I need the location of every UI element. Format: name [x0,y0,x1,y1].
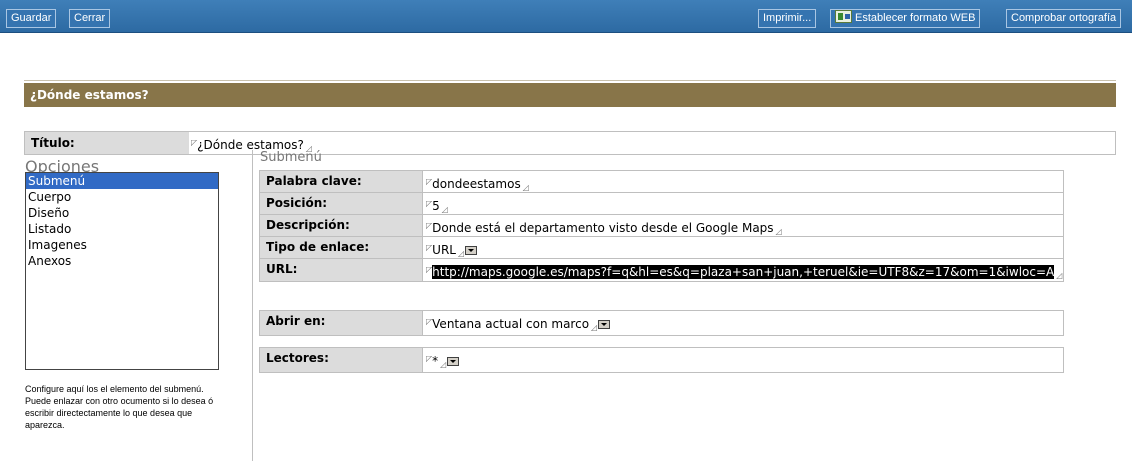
readers-select[interactable]: ◸* ◿ [426,348,460,372]
keyword-row: Palabra clave: ◸dondeestamos ◿ [260,171,1063,193]
dropdown-arrow-icon[interactable] [598,320,611,329]
submenu-fields-table: Palabra clave: ◸dondeestamos ◿ Posición: … [259,170,1064,282]
link-type-label: Tipo de enlace: [260,237,423,258]
readers-value[interactable]: * [432,354,438,368]
spellcheck-button[interactable]: Comprobar ortografía [1006,9,1122,28]
open-in-label: Abrir en: [260,311,423,335]
description-label: Descripción: [260,215,423,236]
description-value[interactable]: Donde está el departamento visto desde e… [432,221,773,235]
print-button[interactable]: Imprimir... [758,9,817,28]
link-type-value[interactable]: URL [432,243,456,257]
column-divider [252,150,253,461]
title-label: Título: [25,132,189,154]
position-label: Posición: [260,193,423,214]
field-end-marker-icon: ◿ [441,205,448,214]
field-end-marker-icon: ◿ [457,249,465,258]
field-end-marker-icon: ◿ [1056,271,1063,280]
field-end-marker-icon: ◿ [440,360,447,369]
keyword-field[interactable]: ◸dondeestamos ◿ [426,171,529,192]
url-value[interactable]: http://maps.google.es/maps?f=q&hl=es&q=p… [432,265,1055,279]
url-row: URL: ◸http://maps.google.es/maps?f=q&hl=… [260,259,1063,281]
web-format-label: Establecer formato WEB [855,12,976,24]
page-title: ¿Dónde estamos? [24,83,1116,107]
save-button[interactable]: Guardar [6,9,57,28]
submenu-heading: Submenú [260,150,322,165]
description-row: Descripción: ◸Donde está el departamento… [260,215,1063,237]
open-in-select[interactable]: ◸Ventana actual con marco ◿ [426,311,611,335]
readers-table: Lectores: ◸* ◿ [259,347,1064,373]
option-submenu[interactable]: Submenú [26,173,218,189]
options-help-text: Configure aquí los el elemento del subme… [25,384,214,430]
open-in-value[interactable]: Ventana actual con marco [432,317,589,331]
field-end-marker-icon: ◿ [775,227,782,236]
link-type-row: Tipo de enlace: ◸URL ◿ [260,237,1063,259]
web-format-button[interactable]: Establecer formato WEB [830,9,981,28]
web-format-icon [835,10,852,23]
url-field[interactable]: ◸http://maps.google.es/maps?f=q&hl=es&q=… [426,259,1062,281]
position-field[interactable]: ◸5 ◿ [426,193,448,214]
keyword-label: Palabra clave: [260,171,423,192]
open-in-table: Abrir en: ◸Ventana actual con marco ◿ [259,310,1064,336]
title-row: Título: ◸¿Dónde estamos? ◿ [24,131,1116,155]
close-button[interactable]: Cerrar [69,9,111,28]
option-diseno[interactable]: Diseño [26,205,218,221]
dropdown-arrow-icon[interactable] [447,357,460,366]
option-imagenes[interactable]: Imagenes [26,237,218,253]
options-listbox[interactable]: Submenú Cuerpo Diseño Listado Imagenes A… [25,172,219,370]
url-label: URL: [260,259,423,281]
field-end-marker-icon: ◿ [591,323,598,332]
keyword-value[interactable]: dondeestamos [432,177,521,191]
field-end-marker-icon: ◿ [522,183,529,192]
header-divider [24,80,1116,81]
open-in-row: Abrir en: ◸Ventana actual con marco ◿ [260,311,1063,335]
readers-label: Lectores: [260,348,423,372]
dropdown-arrow-icon[interactable] [465,246,478,255]
readers-row: Lectores: ◸* ◿ [260,348,1063,372]
option-anexos[interactable]: Anexos [26,253,218,269]
position-row: Posición: ◸5 ◿ [260,193,1063,215]
option-listado[interactable]: Listado [26,221,218,237]
option-cuerpo[interactable]: Cuerpo [26,189,218,205]
toolbar: Guardar Cerrar Imprimir... Establecer fo… [0,0,1132,33]
description-field[interactable]: ◸Donde está el departamento visto desde … [426,215,782,236]
link-type-select[interactable]: ◸URL ◿ [426,237,478,258]
position-value[interactable]: 5 [432,199,440,213]
